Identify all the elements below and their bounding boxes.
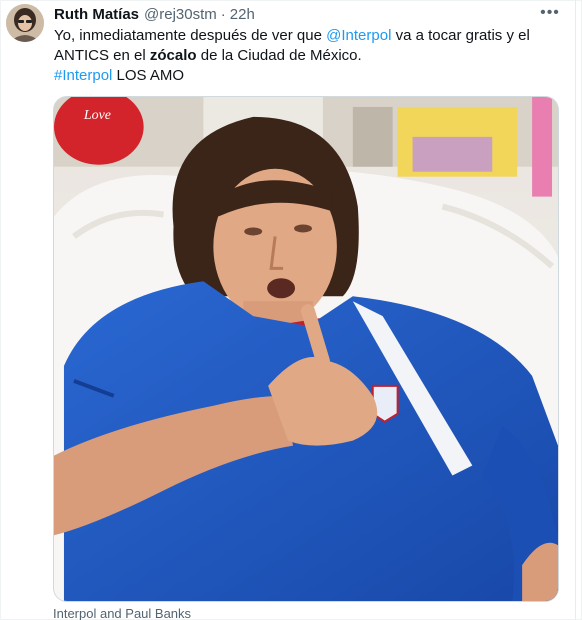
user-handle[interactable]: @rej30stm [144, 6, 217, 23]
avatar[interactable] [6, 4, 44, 42]
tweet-header: Ruth Matías @rej30stm · 22h [54, 5, 255, 23]
mention-link[interactable]: @Interpol [326, 27, 391, 44]
timestamp[interactable]: 22h [230, 6, 255, 23]
tweet-text-line-2: ANTICS en el zócalo de la Ciudad de Méxi… [54, 46, 554, 66]
love-sign-text: Love [83, 108, 111, 123]
tweet-text-line-1: Yo, inmediatamente después de ver que @I… [54, 26, 554, 46]
text-segment: LOS AMO [112, 67, 185, 84]
avatar-image [6, 4, 44, 42]
tweet-media-image[interactable]: Love [53, 96, 559, 602]
text-segment: de la Ciudad de México. [196, 47, 362, 64]
separator-dot: · [220, 5, 226, 23]
tweet-text-line-3: #Interpol LOS AMO [54, 66, 554, 86]
text-segment: va a tocar gratis y el [391, 27, 530, 44]
hashtag-link[interactable]: #Interpol [54, 67, 112, 84]
meme-image: Love [54, 97, 558, 601]
text-segment: Yo, inmediatamente después de ver que [54, 27, 327, 44]
display-name[interactable]: Ruth Matías [54, 6, 139, 23]
media-caption: Interpol and Paul Banks [53, 606, 192, 620]
divider [575, 0, 576, 620]
tweet-text: Yo, inmediatamente después de ver que @I… [54, 26, 554, 86]
text-segment: ANTICS en el [54, 47, 150, 64]
more-horizontal-icon[interactable]: ••• [540, 4, 560, 22]
bold-text: zócalo [149, 47, 197, 64]
